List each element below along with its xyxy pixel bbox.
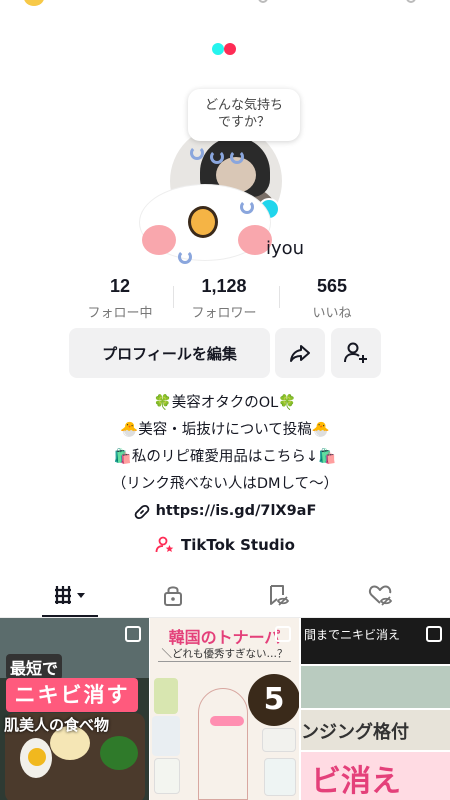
- person-add-icon: [344, 342, 367, 363]
- video-caption: 間までニキビ消え: [304, 628, 401, 642]
- multi-photo-icon: [275, 626, 291, 642]
- bio-line: 🐣美容・垢抜けについて投稿🐣: [120, 422, 330, 438]
- tiktok-studio-label: TikTok Studio: [181, 536, 295, 554]
- video-caption: 肌美人の食べ物: [4, 716, 110, 734]
- video-caption: ビ消え: [311, 764, 401, 799]
- edit-profile-button[interactable]: プロフィールを編集: [69, 328, 270, 378]
- status-icon: [258, 0, 268, 3]
- video-caption: ンジング格付: [301, 722, 409, 743]
- mood-bubble[interactable]: どんな気持ち ですか？: [188, 89, 300, 141]
- video-thumbnail[interactable]: 最短で ニキビ消す 肌美人の食べ物: [0, 618, 149, 800]
- stat-following-count: 12: [109, 276, 131, 296]
- video-grid: 最短で ニキビ消す 肌美人の食べ物 韓国のトナーパ ＼どれも優秀すぎない…？ 5…: [0, 618, 450, 800]
- stat-following-label: フォロー中: [87, 306, 153, 321]
- bio-link-text: https://is.gd/7lX9aF: [155, 503, 317, 519]
- bio-line: （リンク飛べない人はDMして〜）: [111, 476, 339, 492]
- grid-bars-icon: [55, 586, 85, 604]
- tiktok-studio-link[interactable]: TikTok Studio: [0, 535, 450, 555]
- tab-private[interactable]: [117, 572, 229, 618]
- bookmark-eye-icon: [270, 585, 290, 606]
- stat-likes-label: いいね: [312, 306, 352, 321]
- stat-likes[interactable]: 565 いいね: [282, 276, 382, 321]
- video-thumbnail[interactable]: 韓国のトナーパ ＼どれも優秀すぎない…？ 5: [150, 618, 299, 800]
- mood-bubble-line2: ですか？: [217, 115, 270, 130]
- person-star-icon: [155, 536, 174, 553]
- multi-photo-icon: [125, 626, 141, 642]
- add-friend-button[interactable]: [331, 328, 381, 378]
- username: iyou: [266, 238, 305, 259]
- bio-link[interactable]: https://is.gd/7lX9aF: [0, 498, 450, 525]
- multi-photo-icon: [426, 626, 442, 642]
- tab-liked[interactable]: [325, 572, 437, 618]
- rank-badge: 5: [248, 674, 299, 726]
- profile-tabs: [0, 572, 450, 618]
- video-caption: ＼どれも優秀すぎない…？: [158, 646, 291, 662]
- video-caption: ニキビ消す: [6, 678, 138, 712]
- stats-row: 12 フォロー中 1,128 フォロワー 565 いいね: [70, 276, 380, 322]
- bio-line: 🛍️私のリピ確愛用品はこちら↓🛍️: [113, 449, 337, 465]
- stat-following[interactable]: 12 フォロー中: [70, 276, 170, 321]
- stat-followers-count: 1,128: [201, 276, 247, 296]
- mood-bubble-line1: どんな気持ち: [204, 98, 283, 113]
- tiktok-now-icon[interactable]: [212, 43, 240, 55]
- lock-icon: [164, 586, 182, 606]
- active-tab-indicator: [42, 615, 98, 617]
- divider: [279, 286, 280, 308]
- share-arrow-icon: [290, 345, 310, 362]
- heart-eye-icon: [368, 585, 393, 606]
- emoji-icon: [24, 0, 44, 6]
- link-icon: [134, 504, 149, 519]
- stat-followers[interactable]: 1,128 フォロワー: [174, 276, 274, 321]
- video-caption: 最短で: [6, 654, 63, 680]
- stat-likes-count: 565: [316, 276, 348, 296]
- status-icon: [406, 0, 416, 3]
- bio-line: 🍀美容オタクのOL🍀: [153, 395, 297, 411]
- share-profile-button[interactable]: [275, 328, 325, 378]
- video-thumbnail[interactable]: 間までニキビ消え ンジング格付 ビ消え: [301, 618, 450, 800]
- tab-videos[interactable]: [17, 572, 129, 618]
- tab-saved[interactable]: [222, 572, 334, 618]
- stat-followers-label: フォロワー: [191, 306, 257, 321]
- bio: 🍀美容オタクのOL🍀 🐣美容・垢抜けについて投稿🐣 🛍️私のリピ確愛用品はこちら…: [0, 390, 450, 525]
- chick-sticker: [140, 146, 272, 270]
- top-bar-partial: [0, 0, 450, 10]
